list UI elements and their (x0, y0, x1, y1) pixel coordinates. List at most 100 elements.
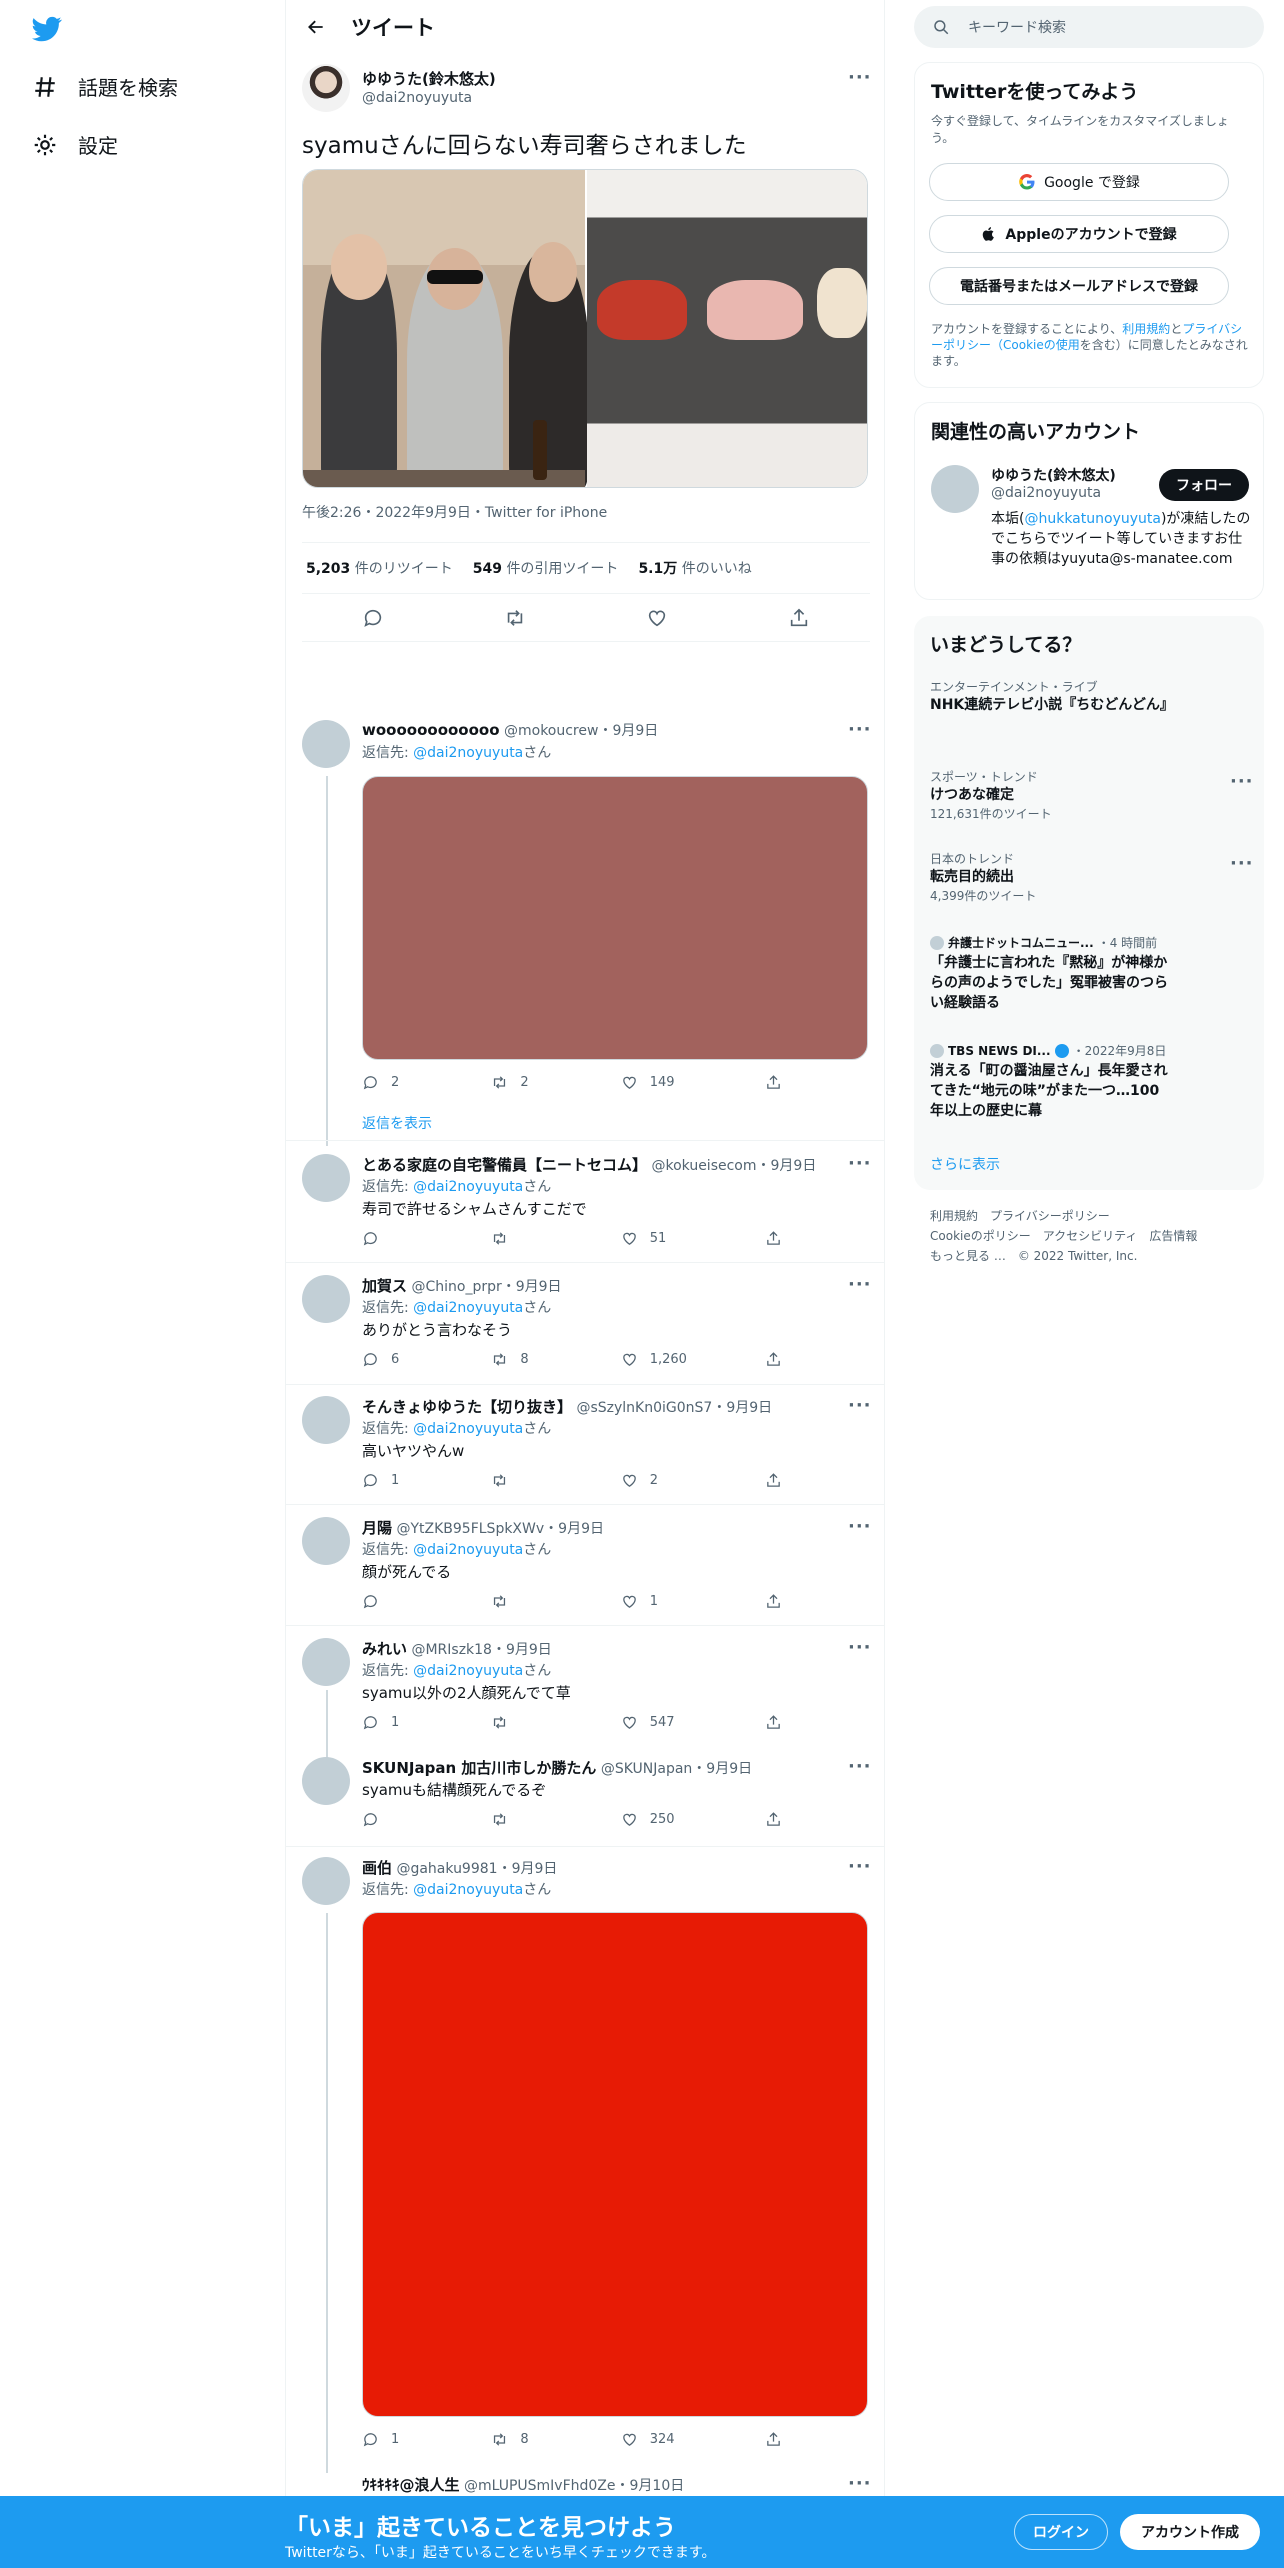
related-handle[interactable]: @dai2noyuyuta (991, 485, 1101, 501)
reply-to-link[interactable]: @dai2noyuyuta (413, 1882, 523, 1898)
more-icon[interactable] (848, 1516, 872, 1537)
avatar[interactable] (302, 1857, 350, 1905)
more-icon[interactable] (848, 1395, 872, 1416)
reply-button[interactable]: 1 (362, 1472, 491, 1489)
author-handle[interactable]: @dai2noyuyuta (362, 90, 472, 106)
share-icon[interactable] (788, 607, 810, 629)
retweet-button[interactable]: 8 (491, 1351, 620, 1368)
reply-media[interactable] (362, 776, 868, 1060)
reply-tweet[interactable]: 加賀ス @Chino_prpr・9月9日 返信先: @dai2noyuyutaさ… (286, 1274, 884, 1385)
like-button[interactable]: 1 (621, 1593, 765, 1610)
like-stat[interactable]: 5.1万 件のいいね (638, 558, 751, 578)
avatar[interactable] (302, 720, 350, 768)
avatar[interactable] (302, 1275, 350, 1323)
reply-button[interactable]: 2 (362, 1074, 491, 1091)
more-icon[interactable] (848, 1637, 872, 1658)
follow-button[interactable]: フォロー (1159, 469, 1249, 501)
reply-button[interactable] (362, 1593, 491, 1610)
reply-author-handle[interactable]: @mokoucrew (504, 723, 598, 739)
reply-to-link[interactable]: @dai2noyuyuta (413, 1179, 523, 1195)
share-button[interactable] (765, 1472, 782, 1489)
photo-sushi[interactable] (587, 170, 867, 487)
more-icon[interactable] (848, 1153, 872, 1174)
retweet-button[interactable] (491, 1230, 620, 1247)
reply-to-link[interactable]: @dai2noyuyuta (413, 1300, 523, 1316)
reply-icon[interactable] (362, 607, 384, 629)
like-button[interactable]: 250 (621, 1811, 765, 1828)
phone-signup-button[interactable]: 電話番号またはメールアドレスで登録 (929, 267, 1229, 305)
create-account-button[interactable]: アカウント作成 (1120, 2514, 1260, 2550)
avatar[interactable] (302, 1638, 350, 1686)
avatar[interactable] (302, 1396, 350, 1444)
more-icon[interactable] (848, 67, 872, 88)
terms-link[interactable]: 利用規約 (1122, 322, 1170, 336)
reply-to-link[interactable]: @dai2noyuyuta (413, 1421, 523, 1437)
more-icon[interactable] (848, 719, 872, 740)
retweet-button[interactable]: 8 (491, 2431, 620, 2448)
reply-date[interactable]: ・9月9日 (598, 723, 658, 739)
bio-link[interactable]: @hukkatunoyuyuta (1024, 511, 1160, 527)
more-icon[interactable] (848, 1856, 872, 1877)
share-button[interactable] (765, 1230, 782, 1247)
like-button[interactable]: 2 (621, 1472, 765, 1489)
avatar[interactable] (302, 64, 350, 112)
avatar[interactable] (302, 1517, 350, 1565)
reply-tweet[interactable]: そんきょゆゆうた【切り抜き】 @sSzylnKn0iG0nS7・9月9日 返信先… (286, 1395, 884, 1506)
news-item[interactable]: TBS NEWS DI... ・2022年9月8日 消える「町の醤油屋さん」長年愛… (930, 1042, 1230, 1121)
search-input[interactable]: キーワード検索 (968, 17, 1066, 37)
share-button[interactable] (765, 1351, 782, 1368)
retweet-button[interactable]: 2 (491, 1074, 620, 1091)
like-button[interactable]: 149 (621, 1074, 765, 1091)
related-name[interactable]: ゆゆうた(鈴木悠太) (991, 465, 1116, 485)
reply-tweet[interactable]: SKUNJapan 加古川市しか勝たん @SKUNJapan・9月9日 syam… (286, 1756, 884, 1847)
share-button[interactable] (765, 2431, 782, 2448)
share-button[interactable] (765, 1714, 782, 1731)
quote-stat[interactable]: 549 件の引用ツイート (473, 558, 619, 578)
retweet-icon[interactable] (504, 607, 526, 629)
more-icon[interactable] (1230, 853, 1254, 874)
avatar[interactable] (302, 1154, 350, 1202)
nav-settings[interactable]: 設定 (32, 130, 118, 159)
more-icon[interactable] (1230, 771, 1254, 792)
back-arrow-icon[interactable] (296, 7, 336, 47)
like-button[interactable]: 1,260 (621, 1351, 765, 1368)
google-signup-button[interactable]: Google で登録 (929, 163, 1229, 201)
reply-tweet[interactable]: 画伯 @gahaku9981・9月9日 返信先: @dai2noyuyutaさん… (286, 1856, 884, 2473)
show-more-link[interactable]: さらに表示 (930, 1154, 1000, 1174)
news-item[interactable]: 弁護士ドットコムニュー... ・4 時間前 「弁護士に言われた『黙秘』が神様からの… (930, 934, 1230, 1013)
retweet-button[interactable] (491, 1811, 620, 1828)
twitter-logo-icon[interactable] (30, 14, 66, 44)
share-button[interactable] (765, 1593, 782, 1610)
avatar[interactable] (302, 1757, 350, 1805)
like-icon[interactable] (646, 607, 668, 629)
more-icon[interactable] (848, 1274, 872, 1295)
reply-tweet[interactable]: 月陽 @YtZKB95FLSpkXWv・9月9日 返信先: @dai2noyuy… (286, 1516, 884, 1627)
share-button[interactable] (765, 1074, 782, 1091)
like-button[interactable]: 51 (621, 1230, 765, 1247)
photo-people[interactable] (303, 170, 589, 487)
trend-item[interactable]: スポーツ・トレンド けつあな確定 121,631件のツイート (930, 768, 1230, 822)
show-replies-link[interactable]: 返信を表示 (362, 1113, 432, 1133)
reply-button[interactable] (362, 1811, 491, 1828)
reply-tweet[interactable]: ｳｷｷｷｷ@浪人生 @mLUPUSmIvFhd0Ze・9月10日 (286, 2473, 884, 2496)
like-button[interactable]: 547 (621, 1714, 765, 1731)
reply-media[interactable] (362, 1912, 868, 2417)
reply-button[interactable]: 1 (362, 2431, 491, 2448)
reply-tweet[interactable]: とある家庭の自宅警備員【ニートセコム】 @kokueisecom・9月9日 返信… (286, 1153, 884, 1264)
more-icon[interactable] (848, 1756, 872, 1777)
search-box[interactable]: キーワード検索 (914, 6, 1264, 48)
trend-item[interactable]: エンターテインメント・ライブ NHK連続テレビ小説『ちむどんどん』 (930, 678, 1230, 715)
trend-item[interactable]: 日本のトレンド 転売目的続出 4,399件のツイート (930, 850, 1230, 904)
like-button[interactable]: 324 (621, 2431, 765, 2448)
reply-author-name[interactable]: woooooooooooo (362, 721, 500, 739)
reply-to-link[interactable]: @dai2noyuyuta (413, 745, 523, 761)
retweet-button[interactable] (491, 1472, 620, 1489)
reply-button[interactable] (362, 1230, 491, 1247)
reply-button[interactable]: 6 (362, 1351, 491, 1368)
reply-to-link[interactable]: @dai2noyuyuta (413, 1542, 523, 1558)
nav-explore[interactable]: 話題を検索 (32, 72, 178, 101)
avatar[interactable] (931, 465, 979, 513)
login-button[interactable]: ログイン (1014, 2514, 1108, 2550)
reply-tweet[interactable]: woooooooooooo @mokoucrew・9月9日 返信先: @dai2… (286, 719, 884, 1146)
author-name[interactable]: ゆゆうた(鈴木悠太) (362, 68, 496, 89)
